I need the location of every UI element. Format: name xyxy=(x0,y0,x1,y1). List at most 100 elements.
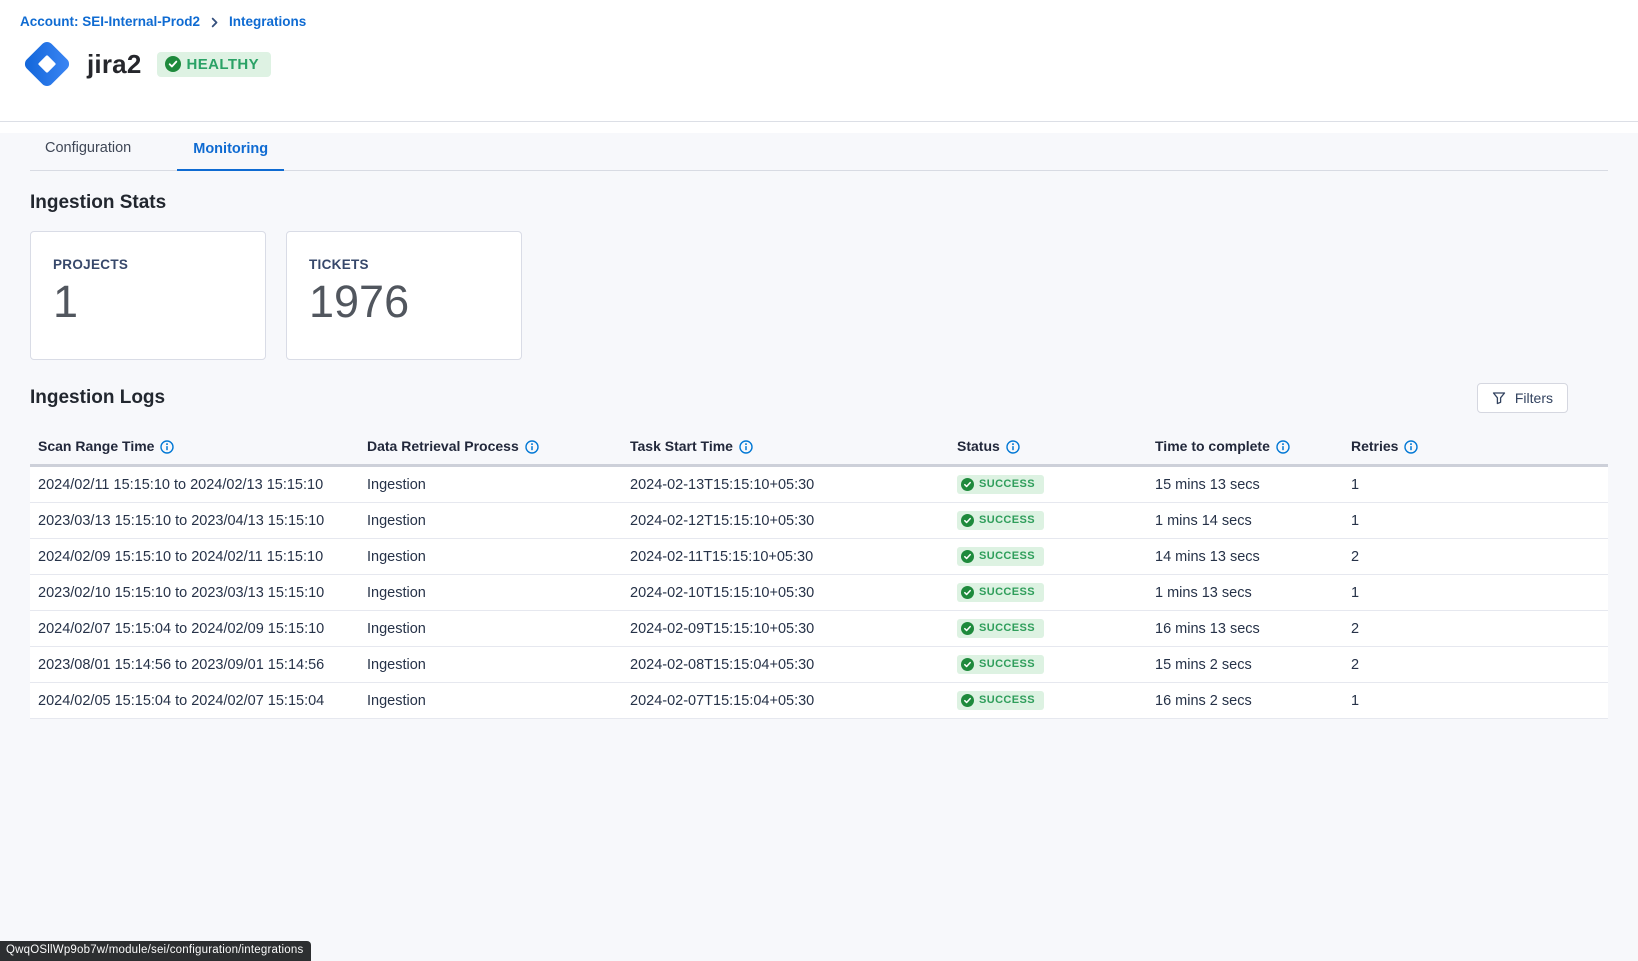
column-header-task-start-time: Task Start Time xyxy=(622,438,949,454)
table-row: 2024/02/11 15:15:10 to 2024/02/13 15:15:… xyxy=(30,467,1608,503)
column-header-status: Status xyxy=(949,438,1147,454)
cell-data-retrieval-process: Ingestion xyxy=(359,693,622,709)
cell-task-start-time: 2024-02-09T15:15:10+05:30 xyxy=(622,621,949,637)
table-row: 2024/02/05 15:15:04 to 2024/02/07 15:15:… xyxy=(30,683,1608,719)
page: { "breadcrumb": { "account": "Account: S… xyxy=(0,0,1638,961)
health-badge-label: HEALTHY xyxy=(187,56,260,73)
info-icon[interactable] xyxy=(1404,440,1418,454)
status-badge: SUCCESS xyxy=(957,583,1044,602)
cell-data-retrieval-process: Ingestion xyxy=(359,513,622,529)
status-badge-label: SUCCESS xyxy=(979,478,1035,490)
cell-data-retrieval-process: Ingestion xyxy=(359,477,622,493)
cell-time-to-complete: 16 mins 13 secs xyxy=(1147,621,1343,637)
status-bar-url-tooltip: QwqOSllWp9ob7w/module/sei/configuration/… xyxy=(0,941,311,961)
chevron-right-icon xyxy=(209,17,220,28)
status-badge-label: SUCCESS xyxy=(979,694,1035,706)
table-row: 2023/02/10 15:15:10 to 2023/03/13 15:15:… xyxy=(30,575,1608,611)
cell-task-start-time: 2024-02-12T15:15:10+05:30 xyxy=(622,513,949,529)
cell-status: SUCCESS xyxy=(949,655,1147,675)
filter-funnel-icon xyxy=(1492,391,1506,405)
cell-task-start-time: 2024-02-11T15:15:10+05:30 xyxy=(622,549,949,565)
status-badge-label: SUCCESS xyxy=(979,586,1035,598)
cell-scan-range-time: 2023/03/13 15:15:10 to 2023/04/13 15:15:… xyxy=(30,513,359,529)
cell-data-retrieval-process: Ingestion xyxy=(359,585,622,601)
status-badge-label: SUCCESS xyxy=(979,514,1035,526)
cell-scan-range-time: 2024/02/11 15:15:10 to 2024/02/13 15:15:… xyxy=(30,477,359,493)
tickets-stat-label: TICKETS xyxy=(309,257,521,272)
filters-button[interactable]: Filters xyxy=(1477,383,1568,413)
status-badge-label: SUCCESS xyxy=(979,658,1035,670)
check-circle-icon xyxy=(961,658,974,671)
cell-time-to-complete: 1 mins 14 secs xyxy=(1147,513,1343,529)
cell-time-to-complete: 1 mins 13 secs xyxy=(1147,585,1343,601)
status-badge: SUCCESS xyxy=(957,619,1044,638)
status-badge-label: SUCCESS xyxy=(979,550,1035,562)
cell-status: SUCCESS xyxy=(949,619,1147,639)
cell-status: SUCCESS xyxy=(949,583,1147,603)
cell-retries: 2 xyxy=(1343,621,1608,637)
check-circle-icon xyxy=(165,56,181,72)
table-row: 2024/02/07 15:15:04 to 2024/02/09 15:15:… xyxy=(30,611,1608,647)
status-badge: SUCCESS xyxy=(957,547,1044,566)
check-circle-icon xyxy=(961,514,974,527)
column-label: Time to complete xyxy=(1155,438,1270,454)
status-badge: SUCCESS xyxy=(957,511,1044,530)
cell-data-retrieval-process: Ingestion xyxy=(359,657,622,673)
info-icon[interactable] xyxy=(739,440,753,454)
status-badge-label: SUCCESS xyxy=(979,622,1035,634)
cell-data-retrieval-process: Ingestion xyxy=(359,549,622,565)
integration-title-row: jira2 HEALTHY xyxy=(20,37,1638,91)
health-status-badge: HEALTHY xyxy=(157,52,272,77)
ingestion-logs-section: Ingestion Logs Filters Scan Range Time D… xyxy=(30,383,1608,719)
column-header-data-retrieval-process: Data Retrieval Process xyxy=(359,438,622,454)
status-badge: SUCCESS xyxy=(957,475,1044,494)
info-icon[interactable] xyxy=(525,440,539,454)
projects-stat-card: PROJECTS 1 xyxy=(30,231,266,360)
check-circle-icon xyxy=(961,478,974,491)
cell-status: SUCCESS xyxy=(949,547,1147,567)
cell-time-to-complete: 15 mins 13 secs xyxy=(1147,477,1343,493)
cell-data-retrieval-process: Ingestion xyxy=(359,621,622,637)
cell-retries: 1 xyxy=(1343,693,1608,709)
cell-retries: 1 xyxy=(1343,513,1608,529)
check-circle-icon xyxy=(961,586,974,599)
status-badge: SUCCESS xyxy=(957,691,1044,710)
cell-time-to-complete: 14 mins 13 secs xyxy=(1147,549,1343,565)
info-icon[interactable] xyxy=(160,440,174,454)
table-row: 2024/02/09 15:15:10 to 2024/02/11 15:15:… xyxy=(30,539,1608,575)
breadcrumb-integrations-link[interactable]: Integrations xyxy=(229,14,306,29)
filters-button-label: Filters xyxy=(1515,390,1553,406)
column-label: Task Start Time xyxy=(630,438,733,454)
cell-scan-range-time: 2023/08/01 15:14:56 to 2023/09/01 15:14:… xyxy=(30,657,359,673)
tab-monitoring[interactable]: Monitoring xyxy=(177,141,284,171)
stat-cards-row: PROJECTS 1 TICKETS 1976 xyxy=(30,231,1608,360)
cell-status: SUCCESS xyxy=(949,511,1147,531)
column-header-retries: Retries xyxy=(1343,438,1608,454)
tab-bar: Configuration Monitoring xyxy=(30,133,1608,171)
cell-task-start-time: 2024-02-13T15:15:10+05:30 xyxy=(622,477,949,493)
ingestion-logs-table: Scan Range Time Data Retrieval Process T… xyxy=(30,428,1608,719)
column-label: Status xyxy=(957,438,1000,454)
cell-status: SUCCESS xyxy=(949,475,1147,495)
projects-stat-value: 1 xyxy=(53,279,265,324)
table-header-row: Scan Range Time Data Retrieval Process T… xyxy=(30,428,1608,467)
column-header-time-to-complete: Time to complete xyxy=(1147,438,1343,454)
ingestion-logs-header: Ingestion Logs Filters xyxy=(30,383,1608,413)
cell-task-start-time: 2024-02-08T15:15:04+05:30 xyxy=(622,657,949,673)
tab-configuration[interactable]: Configuration xyxy=(45,140,131,170)
breadcrumb: Account: SEI-Internal-Prod2 Integrations xyxy=(20,14,1638,29)
cell-retries: 1 xyxy=(1343,477,1608,493)
info-icon[interactable] xyxy=(1276,440,1290,454)
info-icon[interactable] xyxy=(1006,440,1020,454)
cell-time-to-complete: 16 mins 2 secs xyxy=(1147,693,1343,709)
cell-task-start-time: 2024-02-10T15:15:10+05:30 xyxy=(622,585,949,601)
breadcrumb-account-link[interactable]: Account: SEI-Internal-Prod2 xyxy=(20,14,200,29)
column-label: Retries xyxy=(1351,438,1398,454)
cell-status: SUCCESS xyxy=(949,691,1147,711)
logs-table-body: 2024/02/11 15:15:10 to 2024/02/13 15:15:… xyxy=(30,467,1608,719)
projects-stat-label: PROJECTS xyxy=(53,257,265,272)
cell-retries: 1 xyxy=(1343,585,1608,601)
page-header: Account: SEI-Internal-Prod2 Integrations… xyxy=(0,0,1638,122)
jira-logo-icon xyxy=(20,37,74,91)
check-circle-icon xyxy=(961,622,974,635)
